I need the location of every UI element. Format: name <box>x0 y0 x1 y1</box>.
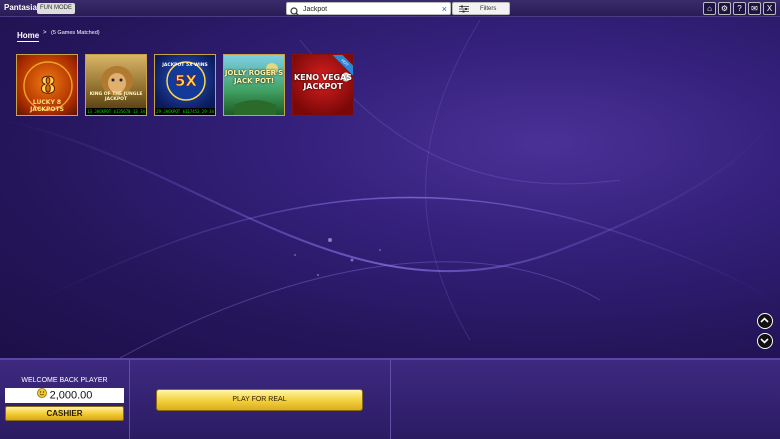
pirate-icon <box>234 63 278 115</box>
game-title: JACKPOT 5X WINS <box>162 63 208 68</box>
svg-text:5X: 5X <box>175 72 197 90</box>
filters-button[interactable]: Filters <box>452 2 510 15</box>
game-tile-jungle-jackpot[interactable]: KING OF THE JUNGLE JACKPOT 13 JACKPOT $1… <box>85 54 147 116</box>
game-title: KING OF THE JUNGLE JACKPOT <box>89 92 143 102</box>
match-count: (5 Games Matched) <box>51 30 100 36</box>
brand-name: Pantasia <box>4 3 37 12</box>
home-icon[interactable]: ⌂ <box>703 2 716 15</box>
search-input[interactable] <box>303 4 433 14</box>
welcome-text: WELCOME BACK PLAYER <box>21 377 108 384</box>
divider <box>129 360 130 439</box>
game-tile-lucky-jackpots[interactable]: 8 LUCKY 8 JACKPOTS <box>16 54 78 116</box>
mode-badge: FUN MODE <box>37 3 75 14</box>
chevron-down-icon <box>760 338 769 344</box>
chevron-up-icon <box>760 317 769 323</box>
game-title: JOLLY ROGER'S JACK POT! <box>224 69 284 85</box>
sliders-icon <box>459 5 469 18</box>
filters-label: Filters <box>480 6 497 12</box>
breadcrumb-separator: > <box>43 30 47 36</box>
jackpot-ticker: 29 JACKPOT $117452 29 34 <box>155 108 215 115</box>
breadcrumb-home[interactable]: Home <box>17 31 40 42</box>
jackpot-ticker: 13 JACKPOT $135678 13 34 <box>86 108 146 115</box>
scroll-up-button[interactable] <box>757 313 773 329</box>
svg-text:8: 8 <box>40 73 55 99</box>
game-title: LUCKY 8 JACKPOTS <box>30 99 64 113</box>
balance-display: 2,000.00 <box>5 388 124 403</box>
cashier-button[interactable]: CASHIER <box>5 406 124 421</box>
scroll-down-button[interactable] <box>757 333 773 349</box>
game-tile-5x-wins[interactable]: 5X JACKPOT 5X WINS 29 JACKPOT $117452 29… <box>154 54 216 116</box>
game-title: KENO VEGAS JACKPOT <box>293 73 353 91</box>
top-bar: Pantasia FUN MODE × Filters ⌂ ⚙ ? ✉ X <box>0 0 780 17</box>
window-controls: ⌂ ⚙ ? ✉ X <box>703 2 776 15</box>
search-icon <box>290 4 300 22</box>
close-icon[interactable]: X <box>763 2 776 15</box>
help-icon[interactable]: ? <box>733 2 746 15</box>
play-for-real-button[interactable]: PLAY FOR REAL <box>156 389 363 411</box>
game-tile-keno-vegas[interactable]: KENO VEGAS JACKPOT HOT <box>292 54 354 116</box>
clear-search-icon[interactable]: × <box>442 3 447 15</box>
settings-icon[interactable]: ⚙ <box>718 2 731 15</box>
divider <box>390 360 391 439</box>
messages-icon[interactable]: ✉ <box>748 2 761 15</box>
search-box[interactable]: × <box>286 2 451 17</box>
game-tile-jolly-rogers[interactable]: JOLLY ROGER'S JACK POT! <box>223 54 285 116</box>
bottom-panel: WELCOME BACK PLAYER 2,000.00 CASHIER PLA… <box>0 358 780 439</box>
coin-icon <box>36 388 47 403</box>
balance-value: 2,000.00 <box>49 389 93 402</box>
breadcrumb: Home > (5 Games Matched) <box>17 30 100 42</box>
